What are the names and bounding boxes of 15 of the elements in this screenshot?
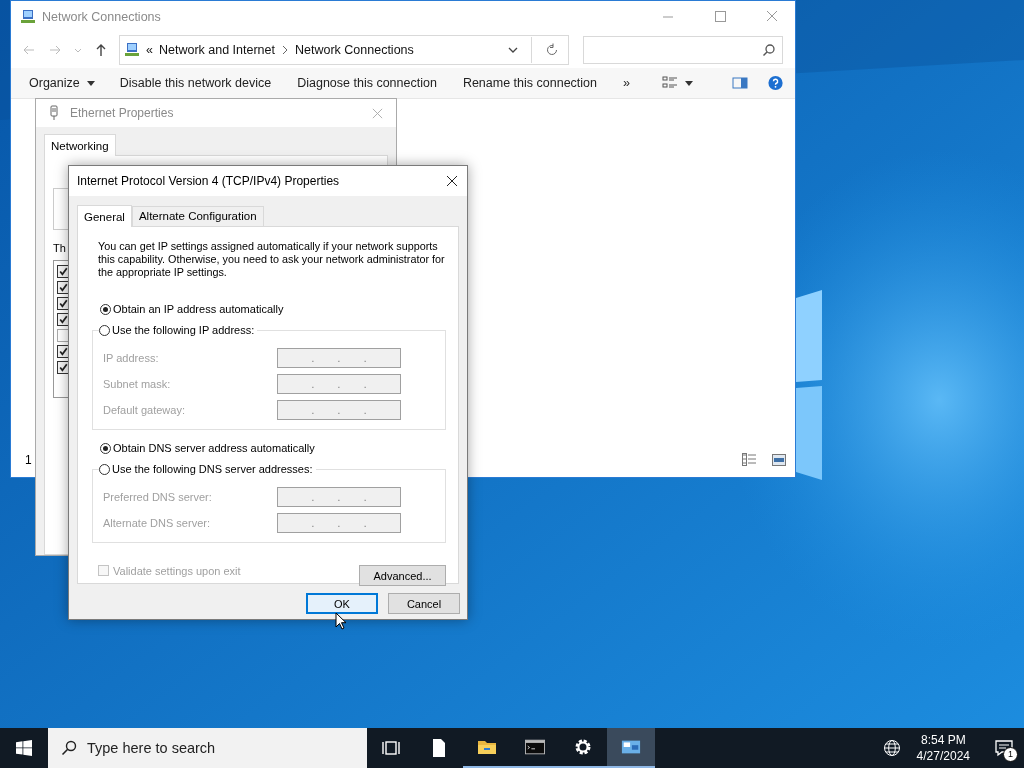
field-label: Alternate DNS server: [103,517,211,529]
dialog-title: Internet Protocol Version 4 (TCP/IPv4) Properties [77,174,340,188]
field-label: Default gateway: [103,404,186,416]
window-title: Network Connections [42,9,161,24]
field-label: Subnet mask: [103,378,172,390]
clock-date: 4/27/2024 [916,748,970,764]
field-label: Preferred DNS server: [103,491,213,503]
status-text: 1 [25,453,32,467]
search-placeholder: Type here to search [87,740,216,756]
clock-time: 8:54 PM [920,732,966,748]
notification-badge: 1 [1003,747,1018,762]
field-label: IP address: [103,352,160,364]
label-fragment: Th [53,242,66,254]
description-text: You can get IP settings assigned automatically if your network supports this capability. Otherwise, you need to ask your network administrator for the appropriate IP settings. [98,240,446,279]
window-title: Ethernet Properties [70,106,174,120]
